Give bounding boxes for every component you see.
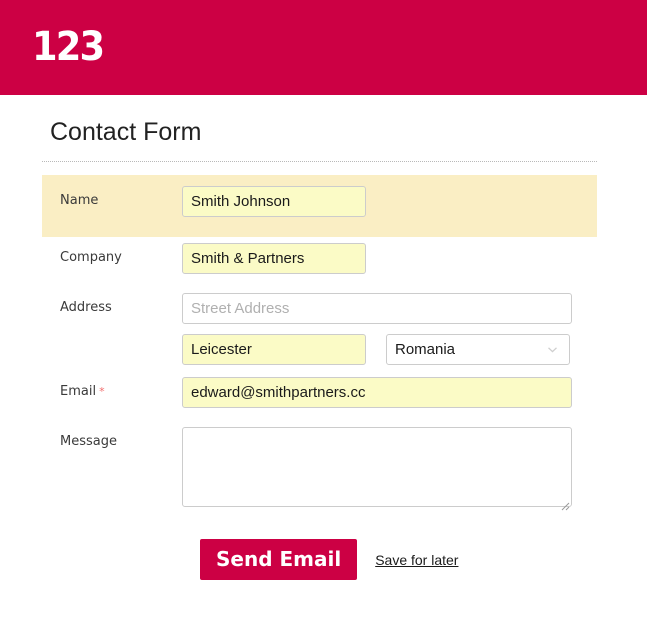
page-title: Contact Form	[50, 118, 202, 146]
street-address-input[interactable]	[182, 293, 572, 324]
title-divider	[42, 161, 597, 163]
send-email-button[interactable]: Send Email	[200, 539, 358, 580]
message-textarea-wrapper	[182, 427, 572, 511]
city-input[interactable]	[182, 334, 366, 365]
country-select[interactable]: Romania	[386, 334, 570, 365]
email-input[interactable]	[182, 377, 572, 408]
field-group-email	[182, 377, 597, 408]
contact-form: Contact Form Name Company Address	[0, 95, 647, 580]
field-group-message	[182, 427, 597, 511]
field-line-company	[182, 243, 597, 274]
label-email: Email *	[42, 377, 182, 407]
form-row-email: Email *	[42, 371, 597, 421]
label-message: Message	[60, 434, 117, 449]
chevron-down-icon	[546, 343, 559, 356]
save-for-later-link[interactable]: Save for later	[375, 552, 458, 568]
site-header: 123	[0, 0, 647, 95]
form-actions: Send Email Save for later	[42, 517, 597, 580]
label-name: Name	[60, 193, 99, 208]
required-asterisk-icon: *	[99, 385, 105, 398]
field-line-city-country: Romania	[182, 334, 597, 365]
field-group-company	[182, 243, 597, 274]
label-address: Address	[60, 300, 112, 315]
field-line-name	[182, 186, 597, 217]
form-row-address: Address Romania	[42, 287, 597, 371]
form-row-message: Message	[42, 421, 597, 517]
message-textarea[interactable]	[182, 427, 572, 507]
name-input[interactable]	[182, 186, 366, 217]
field-line-message	[182, 427, 597, 511]
label-company: Company	[60, 250, 122, 265]
country-select-value: Romania	[395, 341, 456, 358]
logo[interactable]: 123	[32, 26, 105, 68]
form-row-name: Name	[42, 175, 597, 237]
label-email-text: Email	[60, 384, 97, 399]
form-row-company: Company	[42, 237, 597, 287]
field-line-email	[182, 377, 597, 408]
field-line-street	[182, 293, 597, 324]
company-input[interactable]	[182, 243, 366, 274]
field-group-name	[182, 186, 597, 217]
field-group-address: Romania	[182, 293, 597, 365]
form-rows: Name Company Address	[0, 175, 647, 517]
